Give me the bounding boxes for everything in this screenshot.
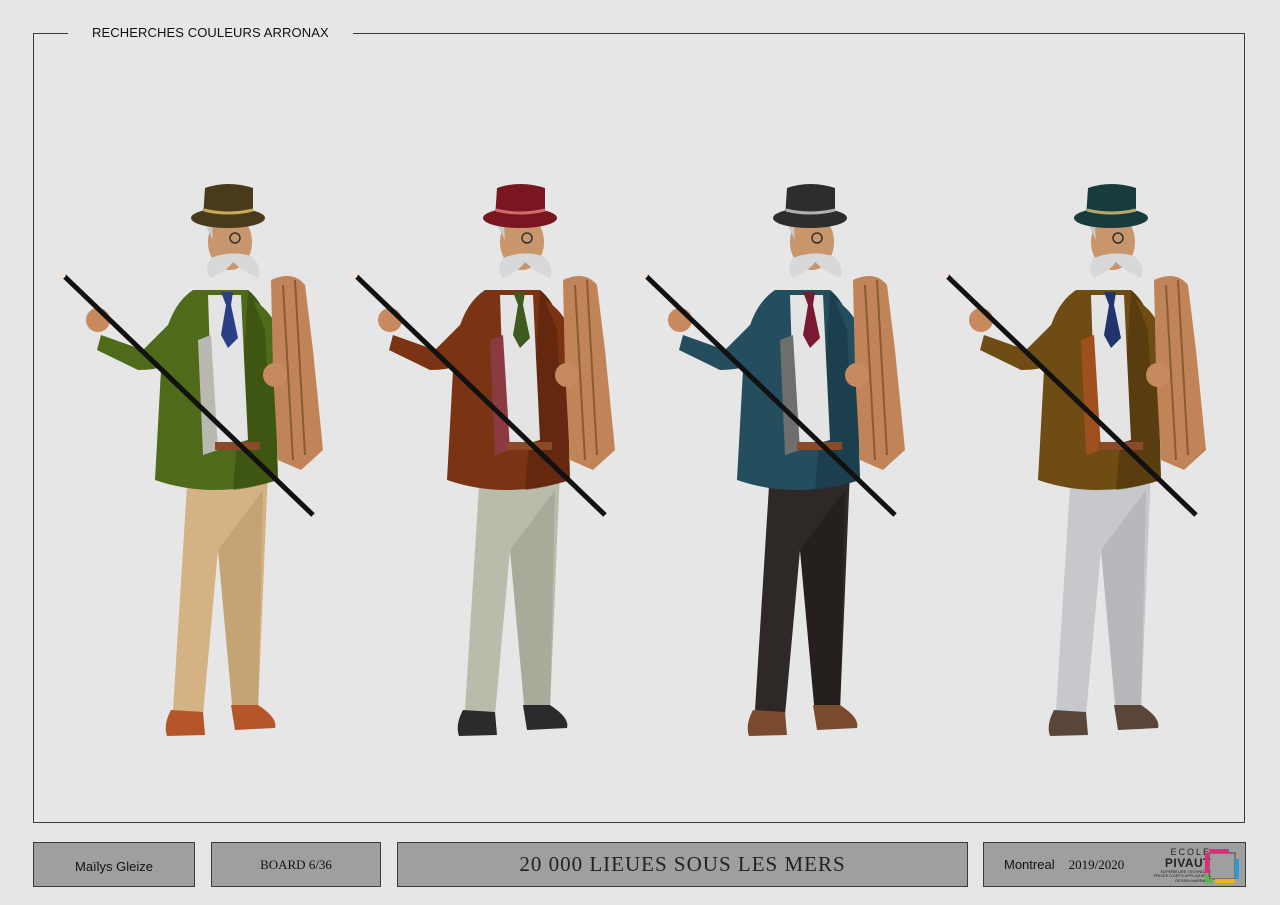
logo-mark-icon [1205,849,1239,883]
logo-subtitle: SUPERIEURE TECHNIQUE PRIVEE D'ARTS APPLI… [1153,869,1211,883]
side-hand [263,363,287,387]
cane-knob [638,269,648,279]
cane-knob [56,269,66,279]
logo-pivaut-text: PIVAUT [1164,856,1211,870]
city-label: Montreal [1004,857,1055,872]
project-title: 20 000 LIEUES SOUS LES MERS [519,852,846,876]
left-shoe [747,710,787,736]
board-number-box: BOARD 6/36 [211,842,381,887]
project-title-box: 20 000 LIEUES SOUS LES MERS [397,842,968,887]
school-logo: ECOLE PIVAUT SUPERIEURE TECHNIQUE PRIVEE… [1153,847,1241,885]
character-variant-2 [335,170,625,750]
left-shoe [457,710,497,736]
left-shoe [165,710,205,736]
character-variant-4 [926,170,1216,750]
location-box: Montreal 2019/2020 ECOLE PIVAUT SUPERIEU… [983,842,1246,887]
right-shoe [1114,705,1159,730]
author-box: Maïlys Gleize [33,842,195,887]
board-number: BOARD 6/36 [260,856,332,872]
right-shoe [813,705,858,730]
left-shoe [1048,710,1088,736]
board-title: RECHERCHES COULEURS ARRONAX [68,22,353,44]
cane-knob [939,269,949,279]
author-name: Maïlys Gleize [74,859,154,874]
character-variant-1 [43,170,333,750]
year-label: 2019/2020 [1068,856,1125,872]
side-hand [1146,363,1170,387]
cane-knob [348,269,358,279]
right-shoe [523,705,568,730]
side-hand [845,363,869,387]
right-shoe [231,705,276,730]
character-lineup [33,170,1245,770]
side-hand [555,363,579,387]
character-variant-3 [625,170,915,750]
